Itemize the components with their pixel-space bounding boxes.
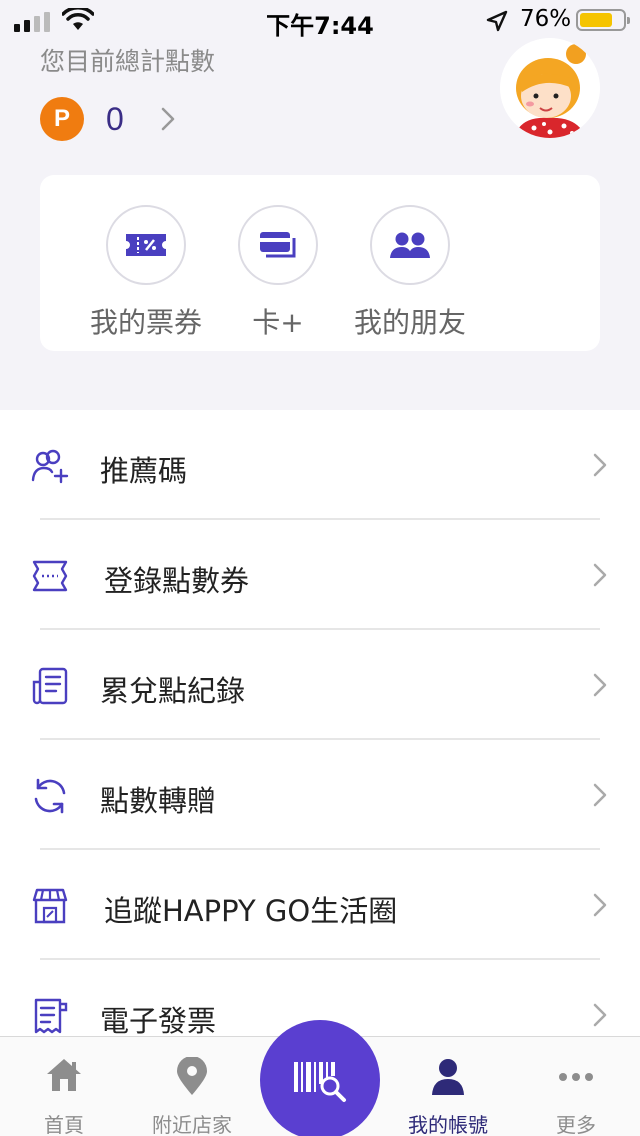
quick-actions-card: 我的票券 卡+ 我的朋友	[40, 175, 600, 351]
card-icon	[260, 232, 296, 258]
chevron-right-icon	[593, 673, 607, 697]
tab-label: 更多	[556, 1113, 596, 1136]
points-value: 0	[106, 100, 124, 137]
add-user-icon	[31, 449, 69, 484]
menu-item-label: 推薦碼	[100, 454, 188, 488]
coupon-icon	[32, 560, 68, 592]
menu-item-points-history[interactable]: 累兌點紀錄	[0, 630, 640, 740]
home-icon	[47, 1059, 81, 1091]
tab-more[interactable]: 更多	[512, 1037, 640, 1136]
store-icon	[32, 888, 68, 924]
tab-label: 首頁	[44, 1113, 84, 1136]
points-summary[interactable]: P 0	[40, 97, 176, 141]
battery-icon	[576, 9, 630, 31]
chevron-right-icon	[160, 106, 176, 132]
chevron-right-icon	[593, 563, 607, 587]
transfer-icon	[34, 778, 66, 814]
location-arrow-icon	[486, 10, 508, 32]
quick-action-my-friends[interactable]: 我的朋友	[330, 205, 490, 341]
tab-home[interactable]: 首頁	[0, 1037, 128, 1136]
quick-action-label: 我的票券	[89, 306, 202, 339]
chevron-right-icon	[593, 783, 607, 807]
quick-action-label: 卡+	[252, 306, 304, 339]
chevron-right-icon	[593, 1003, 607, 1027]
menu-item-label: 點數轉贈	[100, 784, 217, 818]
tab-label: 附近店家	[152, 1113, 232, 1136]
chevron-right-icon	[593, 453, 607, 477]
barcode-scan-icon	[294, 1062, 346, 1102]
menu-item-label: 登錄點數券	[104, 564, 250, 598]
menu-item-referral-code[interactable]: 推薦碼	[0, 410, 640, 520]
chevron-right-icon	[593, 893, 607, 917]
user-icon	[432, 1059, 464, 1095]
menu-item-label: 電子發票	[100, 1004, 217, 1038]
tab-my-account[interactable]: 我的帳號	[384, 1037, 512, 1136]
avatar[interactable]	[500, 38, 600, 138]
battery-percent: 76%	[520, 6, 572, 32]
record-icon	[32, 667, 68, 705]
menu-item-points-transfer[interactable]: 點數轉贈	[0, 740, 640, 850]
quick-action-label: 我的朋友	[353, 306, 466, 339]
invoice-icon	[34, 998, 68, 1034]
ticket-icon	[126, 234, 166, 256]
account-menu: 推薦碼 登錄點數券 累兌點紀錄 點數轉贈 追蹤HAPPY GO生活圈 電子發票	[0, 410, 640, 1040]
menu-item-label: 追蹤HAPPY GO生活圈	[104, 894, 398, 928]
status-bar: 下午7:44 76%	[0, 0, 640, 40]
menu-item-follow-happygo[interactable]: 追蹤HAPPY GO生活圈	[0, 850, 640, 960]
barcode-scan-button[interactable]	[260, 1020, 380, 1136]
points-badge-icon: P	[40, 97, 84, 141]
points-title: 您目前總計點數	[40, 47, 216, 76]
friends-icon	[390, 232, 430, 258]
menu-item-label: 累兌點紀錄	[100, 674, 246, 708]
tab-label: 我的帳號	[408, 1113, 488, 1136]
location-pin-icon	[177, 1057, 207, 1095]
menu-item-register-coupon[interactable]: 登錄點數券	[0, 520, 640, 630]
more-icon	[559, 1073, 593, 1081]
tab-nearby-stores[interactable]: 附近店家	[128, 1037, 256, 1136]
